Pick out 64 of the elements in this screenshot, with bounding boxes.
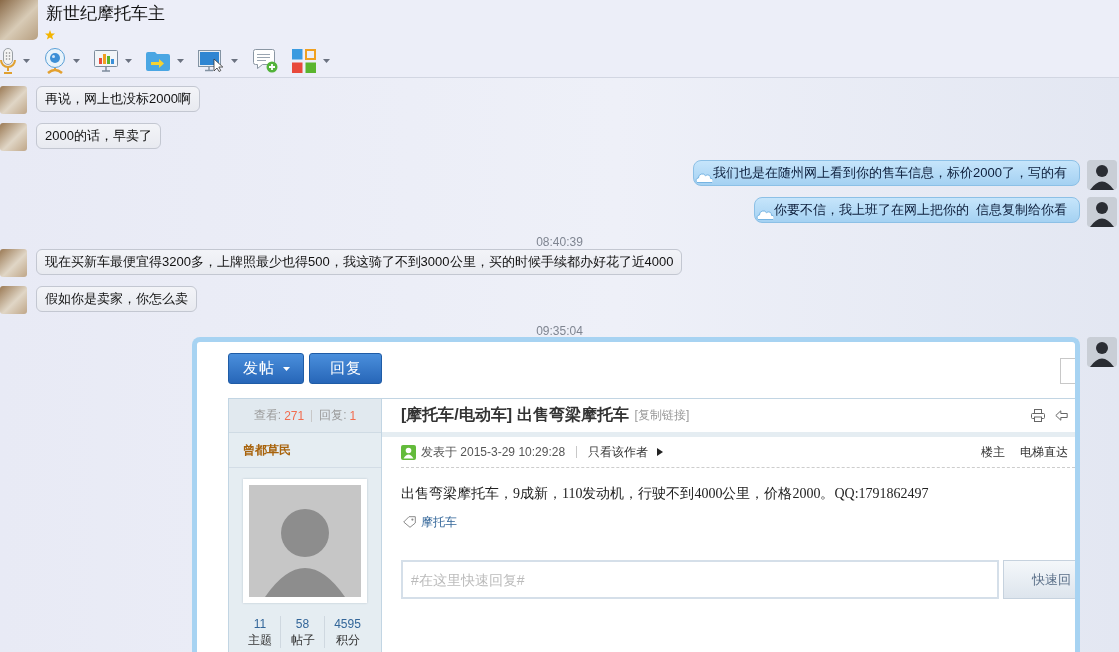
forum-button[interactable]: 发帖 [228,353,304,384]
jump-link[interactable]: 电梯直达 [1020,443,1068,461]
caret-icon[interactable] [323,58,330,63]
avatar-icon[interactable] [243,479,367,603]
caret-icon[interactable] [23,58,30,63]
author-only-link[interactable]: 只看该作者 [588,443,649,461]
stat-value[interactable]: 58 [295,616,310,632]
avatar-icon [1087,197,1117,227]
webcam-icon[interactable] [44,47,66,74]
triangle-icon[interactable] [657,448,664,456]
avatar-photo [0,86,27,114]
stat-label: 主题 [248,632,272,648]
app-grid-icon[interactable] [292,48,316,73]
caret-icon[interactable] [73,58,80,63]
stat-label: 积分 [335,632,360,648]
message-text: 你要不信，我上班了在网上把你的 信息复制给你看 [773,201,1067,219]
microphone-icon[interactable] [0,47,16,74]
arrow-left-icon[interactable] [1055,410,1068,421]
message-bubble: 假如你是卖家，你怎么卖 [36,286,197,312]
avatar-photo [0,249,27,277]
chat-add-icon[interactable] [252,48,278,73]
monitor-cursor-icon[interactable] [198,49,224,72]
message-text: 我们也是在随州网上看到你的售车信息，标价2000了，写的有 [713,164,1067,182]
contact-name: 新世纪摩托车主 [46,4,165,24]
caret-icon[interactable] [125,58,132,63]
message-bubble: 再说，网上也没标2000啊 [36,86,200,112]
thread-title: [摩托车/电动车] 出售弯梁摩托车 [401,405,629,425]
caret-icon[interactable] [231,58,238,63]
star-icon [45,30,55,40]
avatar-icon [1087,160,1117,190]
stat-label: 帖子 [290,632,315,648]
views-label: 查看: [253,407,282,424]
quick-reply-button[interactable]: 快速回 [1003,560,1075,599]
timestamp: 09:35:04 [536,323,583,338]
views-count: 271 [284,408,305,423]
reply-field[interactable]: #在这里快速回复# [401,560,999,599]
cloud-icon [755,210,774,220]
stat-value[interactable]: 4595 [334,616,361,632]
folder-arrow-icon[interactable] [146,50,170,71]
message-bubble: 现在买新车最便宜得3200多，上牌照最少也得500，我这骑了不到3000公里，买的时候手续都办好花了近4000 [36,249,683,275]
avatar-photo [0,286,27,314]
stat-value[interactable]: 11 [253,616,267,632]
post-date: 发表于 2015-3-29 10:29:28 [421,443,566,461]
printer-icon[interactable] [1031,409,1045,422]
avatar-photo [0,0,38,40]
replies-label: 回复: [319,407,347,424]
replies-count: 1 [349,408,357,423]
tag-link[interactable]: 摩托车 [421,513,457,531]
avatar-photo [0,123,27,151]
author-name[interactable]: 曾都草民 [243,441,291,459]
cloud-icon [695,173,714,183]
user-icon [401,444,416,460]
copy-link[interactable]: [复制链接] [634,407,690,424]
forum-button[interactable]: 回复 [309,353,382,384]
post-body: 出售弯梁摩托车，9成新，110发动机，行驶不到4000公里，价格2000。QQ:1791862497 [401,485,930,503]
monitor-chart-icon[interactable] [94,49,118,72]
message-bubble: 2000的话，早卖了 [36,123,161,149]
caret-icon[interactable] [177,58,184,63]
avatar-icon [1087,337,1117,367]
input-field[interactable] [1060,358,1075,384]
floor-label: 楼主 [981,443,1005,461]
timestamp: 08:40:39 [536,234,583,249]
tag-icon [403,516,416,528]
caret-icon[interactable] [282,366,290,371]
